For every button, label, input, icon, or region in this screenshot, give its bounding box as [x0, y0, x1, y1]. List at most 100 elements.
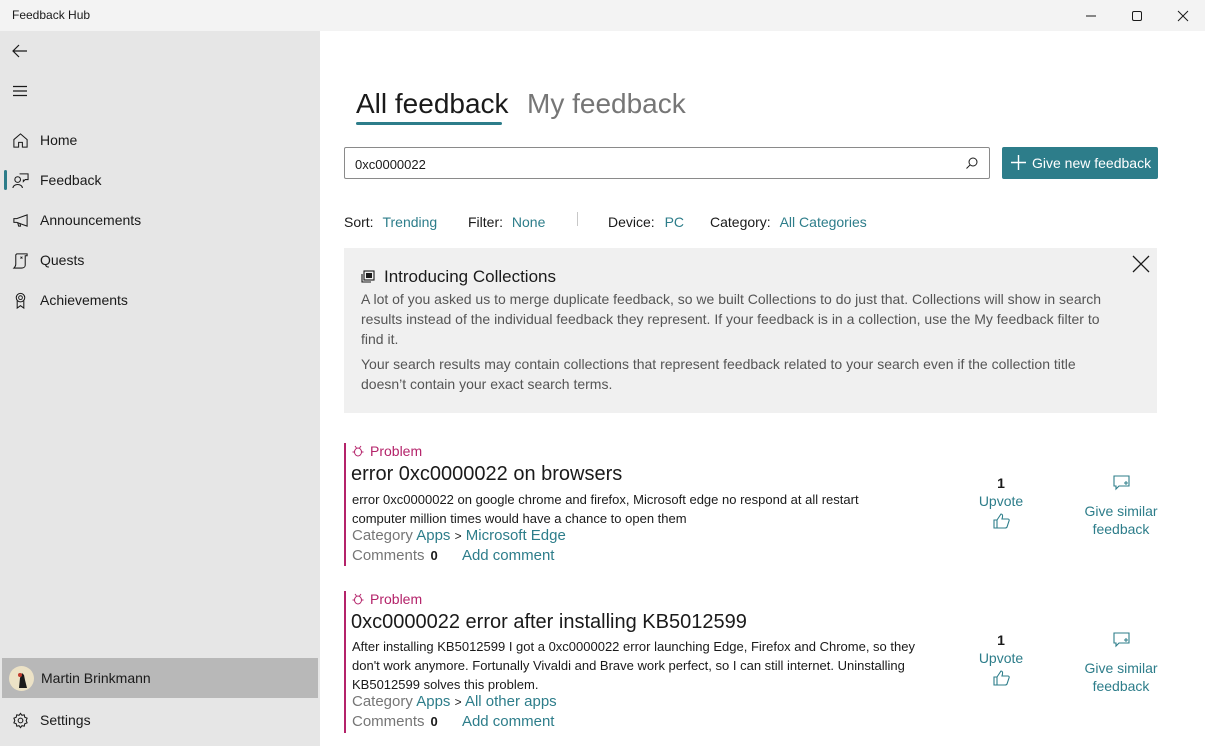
give-new-feedback-label: Give new feedback [1032, 155, 1152, 171]
banner-paragraph: A lot of you asked us to merge duplicate… [361, 291, 1102, 347]
feedback-item: Problem error 0xc0000022 on browsers err… [344, 443, 1164, 566]
subcategory-link[interactable]: All other apps [465, 693, 557, 710]
category-link[interactable]: Apps [416, 527, 450, 544]
category-filter[interactable]: Category: All Categories [710, 214, 867, 230]
hamburger-icon [13, 85, 27, 97]
feedback-body: error 0xc0000022 on google chrome and fi… [352, 492, 859, 526]
avatar [9, 665, 34, 691]
sidebar-item-announcements[interactable]: Announcements [0, 202, 320, 238]
filter-divider [577, 212, 578, 226]
device-value[interactable]: PC [665, 214, 684, 230]
give-similar-feedback-button[interactable]: Give similar feedback [1069, 632, 1173, 695]
feedback-type: Problem [352, 443, 422, 459]
sort-value[interactable]: Trending [382, 214, 437, 230]
upvote-button[interactable]: 1 Upvote [974, 475, 1028, 534]
feedback-comments: Comments 0 Add comment [352, 713, 554, 730]
feedback-type-label: Problem [370, 443, 423, 459]
category-label: Category [352, 527, 413, 544]
bug-icon [352, 593, 364, 605]
sort-label: Sort: [344, 214, 374, 230]
category-value[interactable]: All Categories [780, 214, 867, 230]
profile-item[interactable]: Martin Brinkmann [2, 658, 318, 698]
search-input[interactable] [355, 154, 945, 174]
comments-label: Comments [352, 547, 425, 564]
comment-add-icon [1112, 632, 1130, 648]
thumbs-up-icon [992, 670, 1010, 686]
back-arrow-icon [12, 44, 27, 58]
sidebar-item-label: Settings [40, 712, 91, 728]
filter-label: Filter: [468, 214, 503, 230]
sidebar-item-label: Feedback [40, 172, 102, 188]
sidebar-item-settings[interactable]: Settings [0, 702, 320, 738]
sidebar-item-label: Home [40, 132, 78, 148]
upvote-label: Upvote [978, 650, 1024, 666]
sidebar-item-feedback[interactable]: Feedback [0, 162, 320, 198]
give-new-feedback-button[interactable]: Give new feedback [1002, 147, 1158, 179]
feedback-title[interactable]: 0xc0000022 error after installing KB5012… [351, 611, 747, 634]
filter-value[interactable]: None [512, 214, 545, 230]
profile-name: Martin Brinkmann [41, 670, 151, 686]
window-title: Feedback Hub [12, 8, 91, 22]
filter-filter[interactable]: Filter: None [468, 214, 545, 230]
comments-count: 0 [430, 714, 438, 729]
category-label: Category [352, 693, 413, 710]
upvote-button[interactable]: 1 Upvote [974, 632, 1028, 691]
bug-icon [352, 445, 364, 457]
main-content: All feedback My feedback Give new feedba… [320, 31, 1205, 746]
sidebar-item-label: Quests [40, 252, 85, 268]
feedback-type-label: Problem [370, 591, 423, 607]
minimize-button[interactable] [1068, 0, 1114, 31]
sidebar: Home Feedback Announcements Quests Achie… [0, 31, 320, 746]
banner-close-icon[interactable] [1132, 255, 1150, 273]
title-bar: Feedback Hub [0, 0, 1205, 31]
gear-icon [11, 711, 29, 729]
problem-accent-bar [344, 443, 346, 566]
tab-my-feedback[interactable]: My feedback [527, 88, 686, 120]
give-similar-label: Give similar feedback [1084, 503, 1158, 537]
sidebar-item-label: Announcements [40, 212, 142, 228]
comment-add-icon [1112, 475, 1130, 491]
sidebar-item-quests[interactable]: Quests [0, 242, 320, 278]
collections-banner: Introducing Collections A lot of you ask… [344, 248, 1157, 413]
feedback-category: Category Apps > All other apps [352, 693, 557, 710]
active-tab-indicator [356, 122, 502, 125]
maximize-icon [1132, 10, 1142, 21]
category-label: Category: [710, 214, 771, 230]
feedback-title[interactable]: error 0xc0000022 on browsers [351, 463, 622, 486]
add-comment-link[interactable]: Add comment [462, 713, 555, 730]
sort-filter[interactable]: Sort: Trending [344, 214, 437, 230]
quest-scroll-icon [11, 251, 29, 269]
sidebar-item-home[interactable]: Home [0, 122, 320, 158]
give-similar-label: Give similar feedback [1084, 660, 1158, 694]
award-ribbon-icon [11, 291, 29, 309]
close-button[interactable] [1160, 0, 1205, 31]
add-comment-link[interactable]: Add comment [462, 547, 555, 564]
search-icon[interactable] [965, 156, 979, 170]
upvote-count: 1 [997, 632, 1005, 648]
problem-accent-bar [344, 591, 346, 733]
sidebar-item-label: Achievements [40, 292, 128, 308]
back-button[interactable] [8, 39, 32, 63]
sidebar-item-achievements[interactable]: Achievements [0, 282, 320, 318]
banner-paragraph: Your search results may contain collecti… [361, 356, 1076, 392]
comments-count: 0 [430, 548, 438, 563]
upvote-label: Upvote [978, 493, 1024, 509]
give-similar-feedback-button[interactable]: Give similar feedback [1069, 475, 1173, 538]
subcategory-link[interactable]: Microsoft Edge [466, 527, 566, 544]
search-box [344, 147, 990, 179]
tab-all-feedback[interactable]: All feedback [356, 88, 509, 120]
thumbs-up-icon [992, 513, 1010, 529]
close-icon [1177, 10, 1189, 21]
megaphone-icon [11, 211, 29, 229]
device-label: Device: [608, 214, 655, 230]
home-icon [11, 131, 29, 149]
device-filter[interactable]: Device: PC [608, 214, 684, 230]
comments-label: Comments [352, 713, 425, 730]
menu-button[interactable] [8, 79, 32, 103]
category-separator: > [454, 695, 462, 709]
maximize-button[interactable] [1114, 0, 1160, 31]
feedback-category: Category Apps > Microsoft Edge [352, 527, 566, 544]
category-link[interactable]: Apps [416, 693, 450, 710]
feedback-body: After installing KB5012599 I got a 0xc00… [352, 639, 915, 692]
selection-indicator [4, 170, 7, 190]
